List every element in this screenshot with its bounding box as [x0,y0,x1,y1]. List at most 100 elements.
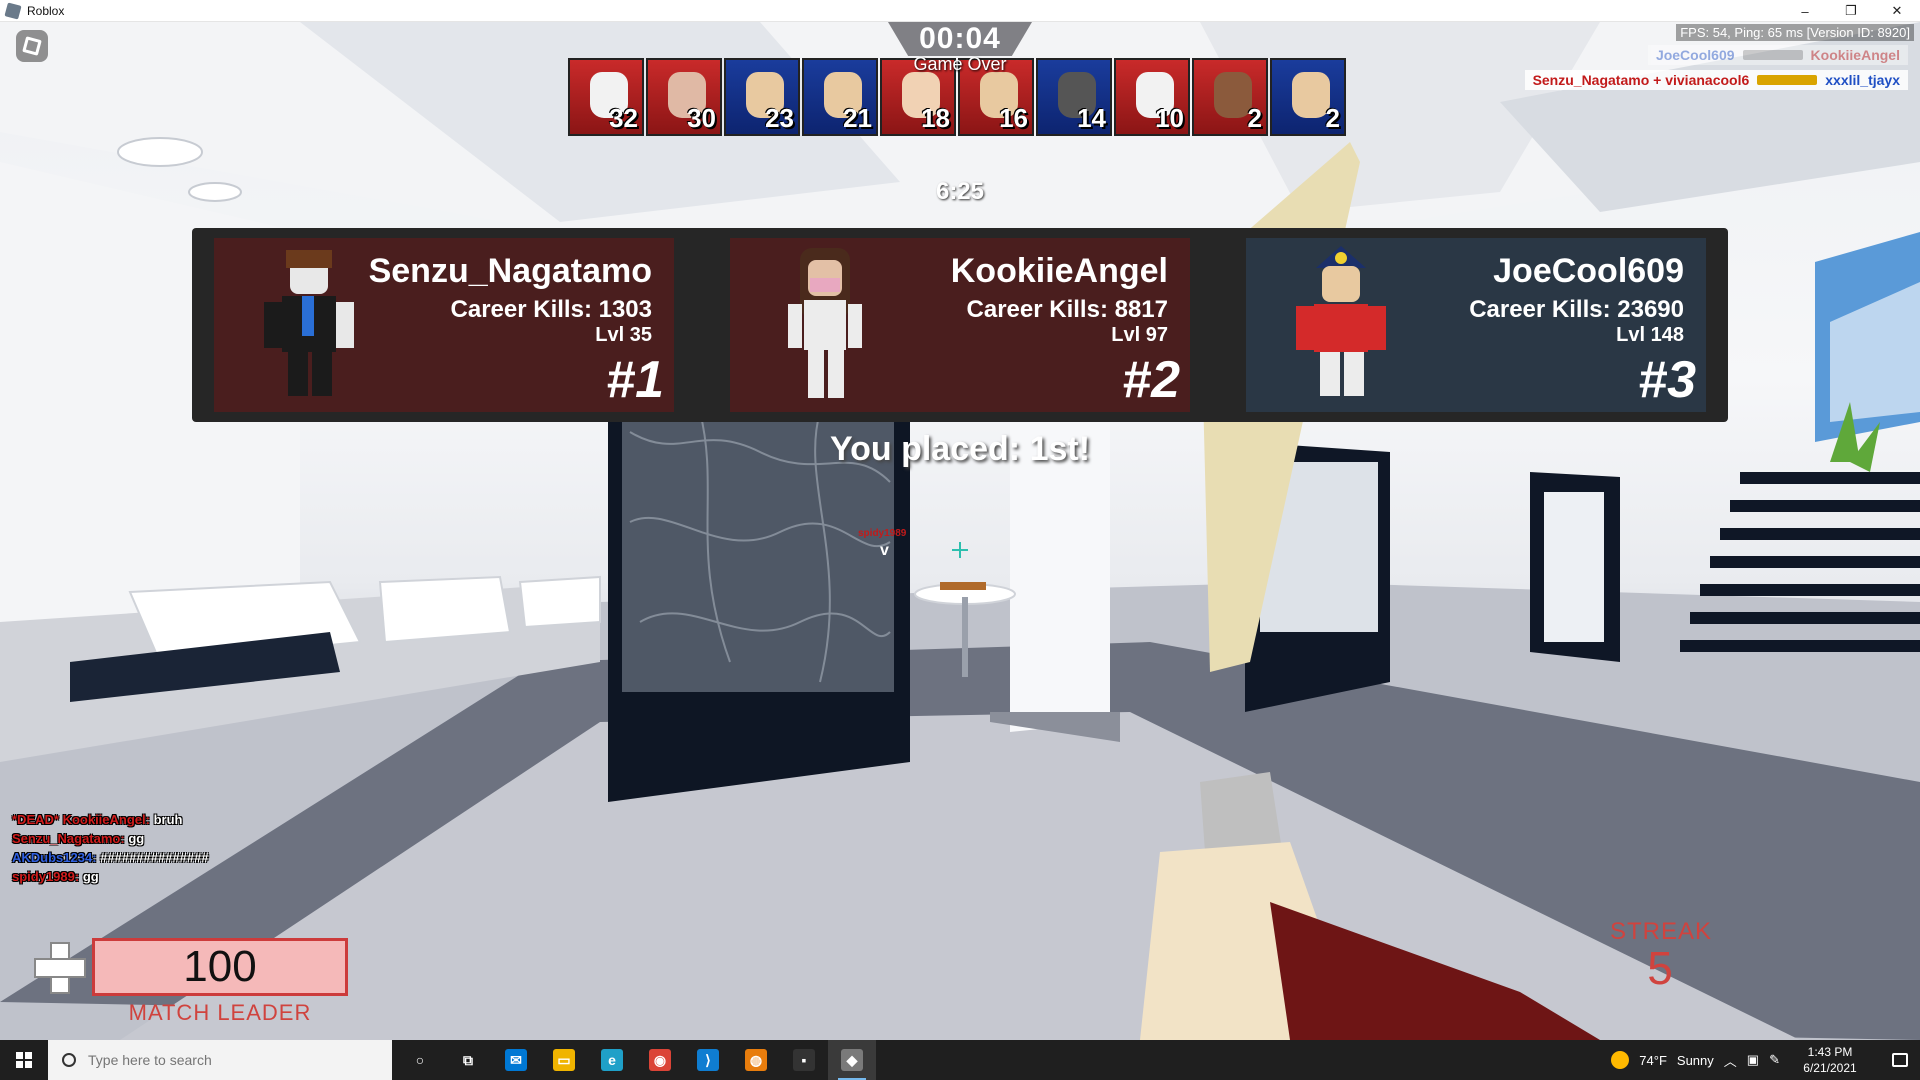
health-bar: 100 [92,938,348,996]
notification-button[interactable] [1880,1040,1920,1080]
player-avatar [264,250,354,396]
result-card-2: KookiieAngel Career Kills: 8817 Lvl 97 #… [730,238,1190,412]
killfeed-row: JoeCool609 KookiieAngel [1508,44,1908,66]
player-portrait: 32 [568,58,644,136]
vscode-icon: ⟩ [697,1049,719,1071]
player-avatar [788,248,862,398]
game-over-label: Game Over [913,54,1007,74]
blender-button[interactable]: ◍ [732,1040,780,1080]
player-portrait: 14 [1036,58,1112,136]
chat-author: spidy1989: [12,869,80,884]
result-card-1: Senzu_Nagatamo Career Kills: 1303 Lvl 35… [214,238,674,412]
player-portrait: 2 [1192,58,1268,136]
player-score: 21 [843,103,872,133]
avatar-head [1292,72,1330,118]
player-nametag: spidy1989 [858,528,907,539]
player-level: Lvl 35 [595,324,652,346]
chat-author: AKDubs1234: [12,850,97,865]
killfeed: JoeCool609 KookiieAngel Senzu_Nagatamo +… [1508,44,1908,94]
task-view-button[interactable]: ⧉ [444,1040,492,1080]
player-score: 30 [687,103,716,133]
health-value: 100 [183,942,257,991]
vscode-button[interactable]: ⟩ [684,1040,732,1080]
window-controls: – ❐ ✕ [1782,0,1920,22]
player-score: 2 [1247,103,1262,133]
result-card-3: JoeCool609 Career Kills: 23690 Lvl 148 #… [1246,238,1706,412]
chat-author: Senzu_Nagatamo: [12,831,125,846]
round-timer: 6:25 [935,178,985,205]
tray-chevron-icon[interactable]: ︿ [1724,1051,1737,1070]
close-button[interactable]: ✕ [1874,0,1920,22]
mail-button[interactable]: ✉ [492,1040,540,1080]
chrome-button[interactable]: ◉ [636,1040,684,1080]
task-view-icon: ⧉ [463,1051,473,1068]
player-level: Lvl 148 [1616,324,1684,346]
career-kills: Career Kills: 8817 [966,296,1168,323]
game-viewport[interactable]: 00:04 32 30 23 21 18 16 14 10 2 2 Game Over 6:25 … [0,22,1920,1040]
windows-logo-icon [16,1052,32,1068]
placement-message: You placed: 1st! [829,430,1091,468]
player-portrait: 23 [724,58,800,136]
player-score: 2 [1325,103,1340,133]
file-explorer-icon: ▭ [553,1049,575,1071]
results-panel: Senzu_Nagatamo Career Kills: 1303 Lvl 35… [192,228,1728,422]
window-titlebar: Roblox – ❐ ✕ [0,0,1920,22]
start-button[interactable] [0,1040,48,1080]
player-name: KookiieAngel [950,252,1168,290]
chat-line: *DEAD* KookiieAngel: bruh [12,810,209,829]
edge-icon: e [601,1049,623,1071]
player-name: Senzu_Nagatamo [368,252,652,290]
player-portrait: 2 [1270,58,1346,136]
cortana-button[interactable]: ○ [396,1040,444,1080]
app-icon: ▪ [793,1049,815,1071]
notification-icon [1892,1053,1908,1067]
player-score: 16 [999,103,1028,133]
chat-line: AKDubs1234: ############### [12,848,209,867]
weapon-icon [1742,50,1803,60]
file-explorer-button[interactable]: ▭ [540,1040,588,1080]
roblox-icon: ◆ [841,1049,863,1071]
streak-value: 5 [1647,942,1673,994]
match-timer-panel: 00:04 [888,22,1032,56]
search-input[interactable] [88,1052,368,1068]
player-score: 32 [609,103,638,133]
match-leader-label: MATCH LEADER [128,1000,312,1025]
mail-icon: ✉ [505,1049,527,1071]
roblox-app-icon [4,1,22,20]
taskbar-search[interactable] [48,1040,392,1080]
edge-button[interactable]: e [588,1040,636,1080]
weather-text[interactable]: Sunny [1677,1053,1714,1068]
placement-rank: #3 [1638,351,1696,409]
career-kills: Career Kills: 1303 [450,296,652,323]
chat-message: gg [128,831,145,846]
killfeed-row: Senzu_Nagatamo + vivianacool6 xxxlil_tja… [1508,69,1908,91]
search-icon [62,1053,76,1067]
roblox-menu-button[interactable] [16,30,48,62]
network-icon[interactable]: ▣ [1747,1052,1759,1068]
career-kills: Career Kills: 23690 [1469,296,1684,323]
killfeed-victim: xxxlil_tjayx [1825,72,1900,88]
windows-taskbar: ○ ⧉ ✉ ▭ e ◉ ⟩ ◍ ▪ ◆ 74°F Sunny ︿ ▣ ✎ 1:43 PM 6/21… [0,1040,1920,1080]
clock-time: 1:43 PM [1807,1045,1853,1059]
weather-temp[interactable]: 74°F [1639,1053,1667,1068]
player-level: Lvl 97 [1111,324,1168,346]
minimize-button[interactable]: – [1782,0,1828,22]
player-score: 14 [1077,103,1106,133]
player-portrait: 10 [1114,58,1190,136]
clock[interactable]: 1:43 PM 6/21/2021 [1790,1044,1870,1076]
roblox-logo-icon [22,36,42,56]
chat-line: Senzu_Nagatamo: gg [12,829,209,848]
blender-icon: ◍ [745,1049,767,1071]
chrome-icon: ◉ [649,1049,671,1071]
system-tray: 74°F Sunny ︿ ▣ ✎ 1:43 PM 6/21/2021 [1611,1040,1920,1080]
chat-message: gg [82,869,99,884]
pen-icon[interactable]: ✎ [1769,1052,1780,1068]
weather-icon [1611,1051,1630,1069]
killfeed-killer: Senzu_Nagatamo + vivianacool6 [1532,72,1750,88]
app-button[interactable]: ▪ [780,1040,828,1080]
player-portrait: 30 [646,58,722,136]
restore-button[interactable]: ❐ [1828,0,1874,22]
roblox-button[interactable]: ◆ [828,1040,876,1080]
placement-rank: #2 [1122,351,1180,409]
clock-date: 6/21/2021 [1803,1061,1857,1075]
